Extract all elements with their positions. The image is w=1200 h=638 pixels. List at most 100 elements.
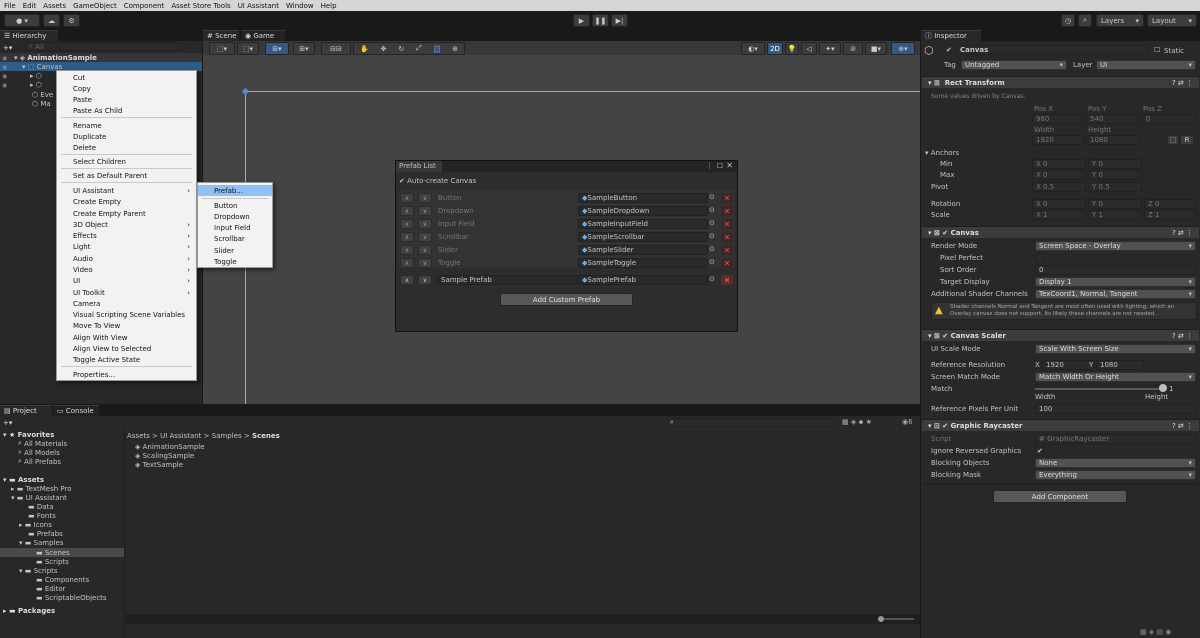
menu-item-3d-object[interactable]: 3D Object › bbox=[57, 219, 196, 230]
menu-item-properties[interactable]: Properties... bbox=[57, 369, 196, 380]
pivot-toggle[interactable]: ⊞▾ bbox=[265, 42, 289, 55]
folder-fonts[interactable]: ▬ Fonts bbox=[28, 511, 56, 520]
breadcrumb-item[interactable]: Assets bbox=[127, 432, 150, 440]
target-icon[interactable]: ⊙ bbox=[709, 275, 715, 283]
menu-item-audio[interactable]: Audio › bbox=[57, 253, 196, 264]
folder-scenes[interactable]: ▬ Scenes bbox=[0, 548, 124, 557]
menu-item-video[interactable]: Video › bbox=[57, 264, 196, 275]
menu-item-ui[interactable]: UI › bbox=[57, 275, 196, 286]
transform-tools[interactable]: ✋ ✥ ↻ ⤢ ⬚ ⊕ bbox=[353, 42, 465, 55]
menu-item-rename[interactable]: Rename bbox=[57, 120, 196, 131]
gameobject-name-input[interactable]: Canvas bbox=[956, 45, 1148, 55]
folder-ui-assistant[interactable]: ▾ ▬ UI Assistant bbox=[11, 493, 67, 502]
project-add-button[interactable]: +▾ bbox=[3, 417, 12, 428]
menu-item-toggle-active[interactable]: Toggle Active State bbox=[57, 354, 196, 365]
file-item[interactable]: ◈ ScalingSample bbox=[135, 451, 194, 460]
move-down-button[interactable]: ∨ bbox=[418, 275, 432, 285]
folder-textmesh-pro[interactable]: ▸ ▬ TextMesh Pro bbox=[11, 484, 72, 493]
submenu-item-button[interactable]: Button bbox=[198, 200, 272, 211]
menu-item-select-children[interactable]: Select Children bbox=[57, 156, 196, 167]
pause-button[interactable]: ❚❚ bbox=[592, 14, 609, 27]
menu-item-light[interactable]: Light › bbox=[57, 241, 196, 252]
submenu-item-scrollbar[interactable]: Scrollbar bbox=[198, 233, 272, 244]
favorites-item[interactable]: ▾ ★ Favorites bbox=[3, 430, 54, 439]
status-icons[interactable]: ▦ ◈ ▤ ◉ bbox=[1140, 628, 1171, 636]
ignore-reversed-checkbox[interactable]: ✔ bbox=[1035, 446, 1044, 456]
move-down-button[interactable]: ∨ bbox=[418, 206, 432, 216]
close-icon[interactable]: ✕ bbox=[726, 161, 733, 170]
target-icon[interactable]: ⊙ bbox=[709, 258, 715, 266]
add-component-button[interactable]: Add Component bbox=[993, 490, 1127, 503]
move-up-button[interactable]: ∧ bbox=[400, 206, 414, 216]
render-mode-dropdown[interactable]: Screen Space - Overlay bbox=[1035, 241, 1196, 251]
pixel-perfect-checkbox[interactable] bbox=[1035, 253, 1044, 263]
remove-button[interactable]: ✕ bbox=[721, 245, 733, 255]
audio-toggle[interactable]: ◁ bbox=[801, 42, 817, 55]
anchor-handle[interactable] bbox=[241, 87, 250, 96]
history-button[interactable]: ◷ bbox=[1061, 14, 1075, 27]
move-up-button[interactable]: ∧ bbox=[400, 193, 414, 203]
prefab-object-field[interactable]: ◆ SamplePrefab bbox=[578, 275, 708, 285]
prefab-name-input[interactable]: Sample Prefab bbox=[437, 275, 577, 285]
menu-item-create-empty[interactable]: Create Empty bbox=[57, 196, 196, 207]
menu-item-align-with-view[interactable]: Align With View bbox=[57, 332, 196, 343]
component-menu-icons[interactable]: ? ⇄ ⋮ bbox=[1172, 79, 1193, 87]
static-checkbox[interactable]: ☐ bbox=[1154, 46, 1160, 54]
draw-mode-button[interactable]: ⬚▾ bbox=[209, 42, 235, 55]
grid-toggle[interactable]: ⊞▾ bbox=[293, 42, 315, 55]
prefab-object-field[interactable]: ◆ SampleDropdown bbox=[578, 206, 708, 216]
hierarchy-search-input[interactable]: ⌕ All bbox=[25, 42, 185, 51]
cloud-button[interactable]: ☁ bbox=[43, 14, 60, 27]
folder-editor[interactable]: ▬ Editor bbox=[36, 584, 66, 593]
tab-game[interactable]: ◉ Game bbox=[241, 30, 285, 41]
raw-edit-button[interactable]: R bbox=[1180, 135, 1194, 145]
active-checkbox[interactable]: ✔ bbox=[946, 46, 952, 54]
reference-resolution-y[interactable]: 1080 bbox=[1096, 360, 1144, 370]
camera-dropdown[interactable]: ■▾ bbox=[865, 42, 887, 55]
layer-dropdown[interactable]: UI bbox=[1096, 60, 1196, 70]
scene-row[interactable]: ▾ ◈ AnimationSample bbox=[0, 53, 202, 62]
anchors-foldout[interactable]: ▾ Anchors bbox=[925, 149, 959, 157]
move-down-button[interactable]: ∨ bbox=[418, 219, 432, 229]
menu-ui-assistant[interactable]: UI Assistant bbox=[238, 2, 279, 10]
menu-item-visual-scripting[interactable]: Visual Scripting Scene Variables bbox=[57, 309, 196, 320]
target-icon[interactable]: ⊙ bbox=[709, 219, 715, 227]
submenu-item-toggle[interactable]: Toggle bbox=[198, 256, 272, 267]
menu-file[interactable]: File bbox=[4, 2, 16, 10]
add-custom-prefab-button[interactable]: Add Custom Prefab bbox=[500, 293, 633, 306]
remove-button[interactable]: ✕ bbox=[721, 275, 733, 285]
favorites-all-materials[interactable]: ⌕ All Materials bbox=[18, 439, 67, 448]
prefab-object-field[interactable]: ◆ SampleScrollbar bbox=[578, 232, 708, 242]
account-button[interactable]: ● ▾ bbox=[4, 14, 40, 27]
menu-item-duplicate[interactable]: Duplicate bbox=[57, 131, 196, 142]
effects-toggle[interactable]: ✦▾ bbox=[819, 42, 841, 55]
tab-console[interactable]: ▭ Console bbox=[53, 405, 99, 416]
menu-help[interactable]: Help bbox=[321, 2, 337, 10]
submenu-item-dropdown[interactable]: Dropdown bbox=[198, 211, 272, 222]
submenu-item-slider[interactable]: Slider bbox=[198, 245, 272, 256]
menu-item-effects[interactable]: Effects › bbox=[57, 230, 196, 241]
auto-create-canvas-toggle[interactable]: ✔ Auto-create Canvas bbox=[399, 175, 476, 186]
prefab-object-field[interactable]: ◆ SampleToggle bbox=[578, 258, 708, 268]
move-up-button[interactable]: ∧ bbox=[400, 245, 414, 255]
layers-dropdown[interactable]: Layers ▾ bbox=[1096, 14, 1144, 27]
search-button[interactable]: ⌕ bbox=[1078, 14, 1092, 27]
target-icon[interactable]: ⊙ bbox=[709, 206, 715, 214]
folder-icons[interactable]: ▸ ▬ Icons bbox=[19, 520, 52, 529]
screen-match-mode-dropdown[interactable]: Match Width Or Height bbox=[1035, 372, 1196, 382]
menu-component[interactable]: Component bbox=[124, 2, 165, 10]
layout-dropdown[interactable]: Layout ▾ bbox=[1147, 14, 1197, 27]
menu-item-ui-assistant[interactable]: UI Assistant › bbox=[57, 185, 196, 196]
component-menu-icons[interactable]: ? ⇄ ⋮ bbox=[1172, 332, 1193, 340]
prefab-object-field[interactable]: ◆ SampleButton bbox=[578, 193, 708, 203]
lighting-toggle[interactable]: 💡 bbox=[785, 42, 799, 55]
favorites-all-models[interactable]: ⌕ All Models bbox=[18, 448, 60, 457]
tab-project[interactable]: ▤ Project bbox=[0, 405, 52, 416]
move-down-button[interactable]: ∨ bbox=[418, 193, 432, 203]
menu-assets[interactable]: Assets bbox=[43, 2, 66, 10]
breadcrumb-item[interactable]: Samples bbox=[212, 432, 242, 440]
project-view-icons[interactable]: ▦ ◈ ⬥ ★ bbox=[842, 418, 872, 427]
folder-data[interactable]: ▬ Data bbox=[28, 502, 54, 511]
breadcrumb-item[interactable]: UI Assistant bbox=[160, 432, 201, 440]
menu-edit[interactable]: Edit bbox=[23, 2, 37, 10]
